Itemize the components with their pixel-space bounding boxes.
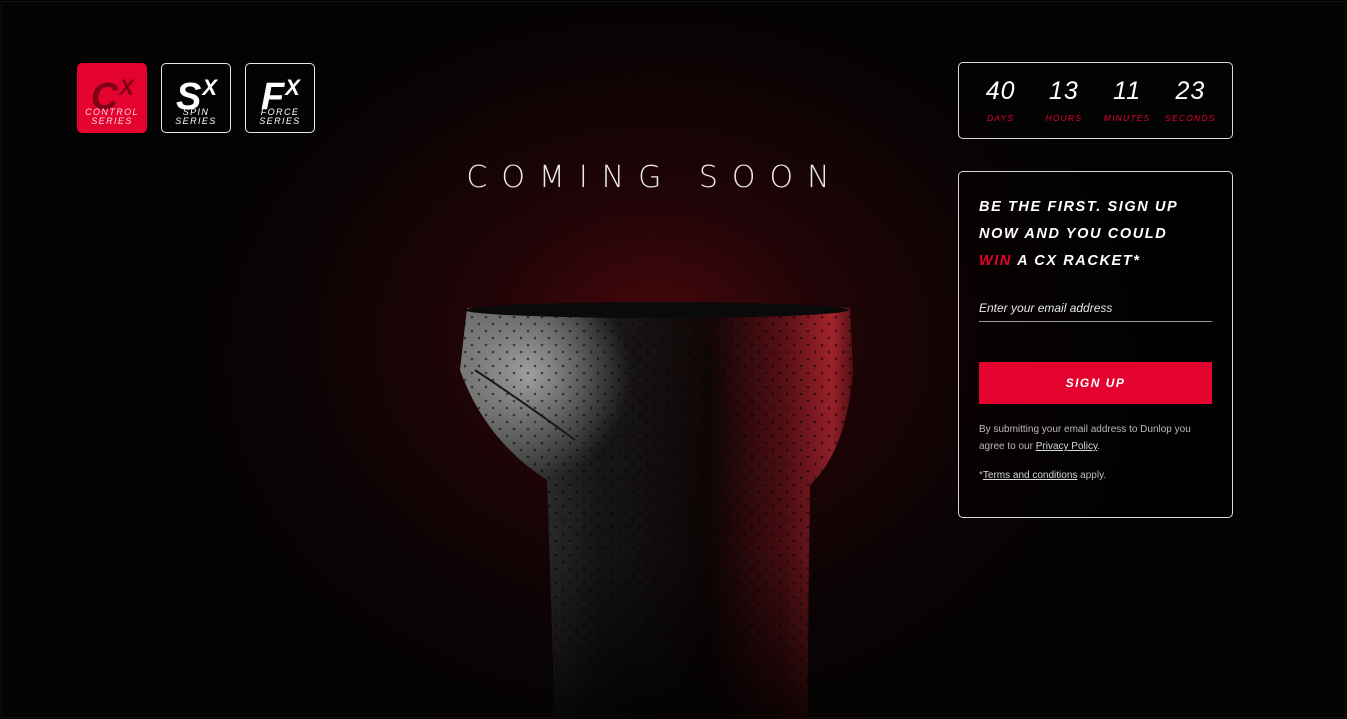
countdown-hours-value: 13	[1048, 77, 1079, 105]
countdown-hours-label: HOURS	[1045, 113, 1083, 123]
promo-win-highlight: WIN	[979, 253, 1012, 269]
series-cx-name: CONTROL SERIES	[85, 107, 139, 126]
signup-promo-text: BE THE FIRST. SIGN UP NOW AND YOU COULD …	[979, 199, 1179, 269]
countdown-days-label: DAYS	[986, 113, 1015, 123]
countdown-minutes: 11 MINUTES	[1098, 63, 1156, 138]
countdown-days-value: 40	[985, 77, 1016, 105]
privacy-policy-link[interactable]: Privacy Policy	[1036, 441, 1098, 452]
terms-notice: *Terms and conditions apply.	[979, 470, 1107, 481]
racket-grip-image	[460, 302, 853, 719]
countdown-seconds: 23 SECONDS	[1161, 63, 1219, 138]
countdown-timer: 40 DAYS 13 HOURS 11 MINUTES 23 SECONDS	[958, 62, 1233, 139]
hero: CX CONTROL SERIES SX SPIN SERIES FX FORCE S…	[0, 0, 1347, 719]
page-title: COMING SOON	[466, 160, 844, 195]
countdown-seconds-value: 23	[1175, 77, 1206, 105]
email-field[interactable]	[979, 297, 1212, 322]
series-nav: CX CONTROL SERIES SX SPIN SERIES FX FORCE S…	[77, 63, 315, 133]
sign-up-button[interactable]: SIGN UP	[979, 362, 1212, 404]
series-fx-name: FORCE SERIES	[259, 107, 301, 126]
series-fx-tile[interactable]: FX FORCE SERIES	[245, 63, 315, 133]
countdown-seconds-label: SECONDS	[1165, 113, 1216, 123]
countdown-minutes-label: MINUTES	[1103, 113, 1151, 123]
series-cx-tile[interactable]: CX CONTROL SERIES	[77, 63, 147, 133]
countdown-minutes-value: 11	[1113, 77, 1142, 105]
countdown-days: 40 DAYS	[972, 63, 1030, 138]
legal-notice: By submitting your email address to Dunl…	[979, 424, 1191, 452]
countdown-hours: 13 HOURS	[1035, 63, 1093, 138]
terms-link[interactable]: Terms and conditions	[983, 470, 1078, 481]
series-sx-name: SPIN SERIES	[175, 107, 217, 126]
series-sx-tile[interactable]: SX SPIN SERIES	[161, 63, 231, 133]
signup-form: BE THE FIRST. SIGN UP NOW AND YOU COULD …	[958, 171, 1233, 518]
